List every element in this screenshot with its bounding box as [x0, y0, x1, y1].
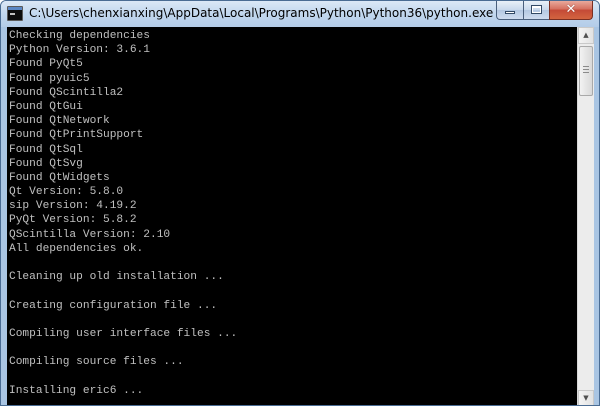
- title-bar[interactable]: C:\Users\chenxianxing\AppData\Local\Prog…: [1, 1, 599, 27]
- window-title: C:\Users\chenxianxing\AppData\Local\Prog…: [29, 6, 494, 20]
- console-line: Compiling user interface files ...: [9, 327, 238, 340]
- scroll-thumb[interactable]: [579, 46, 593, 96]
- arrow-up-icon: ▲: [583, 31, 589, 39]
- console-line: All dependencies ok.: [9, 242, 144, 255]
- minimize-icon: [505, 11, 515, 14]
- console-line: QScintilla Version: 2.10: [9, 228, 171, 241]
- console-line: Found QtWidgets: [9, 171, 110, 184]
- close-button[interactable]: ✕: [549, 1, 593, 20]
- window-frame-right: [594, 27, 599, 405]
- console-line: Installing eric6 ...: [9, 384, 144, 397]
- console-line: Python Version: 3.6.1: [9, 44, 150, 57]
- console-line: Found pyuic5: [9, 72, 90, 85]
- console-lines: Checking dependencies Python Version: 3.6…: [7, 27, 577, 398]
- console-line: Compiling source files ...: [9, 356, 184, 369]
- console-window: C:\Users\chenxianxing\AppData\Local\Prog…: [0, 0, 600, 406]
- caption-buttons: ✕: [496, 1, 593, 20]
- scroll-down-button[interactable]: ▼: [578, 390, 594, 405]
- console-line: Cleaning up old installation ...: [9, 271, 224, 284]
- console-line: Found PyQt5: [9, 58, 83, 71]
- maximize-icon: [531, 5, 542, 14]
- console-line: sip Version: 4.19.2: [9, 200, 137, 213]
- console-output[interactable]: Checking dependencies Python Version: 3.6…: [7, 27, 577, 405]
- close-icon: ✕: [565, 2, 577, 17]
- console-line: Found QtNetwork: [9, 115, 110, 128]
- console-line: Found QtPrintSupport: [9, 129, 144, 142]
- console-line: Creating configuration file ...: [9, 299, 218, 312]
- console-line: Found QtGui: [9, 100, 83, 113]
- console-line: Found QtSql: [9, 143, 83, 156]
- console-line: Qt Version: 5.8.0: [9, 186, 124, 199]
- arrow-down-icon: ▼: [583, 394, 589, 402]
- console-line: Found QtSvg: [9, 157, 83, 170]
- vertical-scrollbar[interactable]: ▲ ▼: [577, 27, 594, 405]
- grip-icon: [583, 66, 589, 75]
- minimize-button[interactable]: [496, 1, 523, 20]
- console-app-icon[interactable]: [7, 6, 23, 21]
- console-line: PyQt Version: 5.8.2: [9, 214, 137, 227]
- scroll-up-button[interactable]: ▲: [578, 27, 594, 44]
- console-line: Found QScintilla2: [9, 86, 124, 99]
- maximize-button[interactable]: [523, 1, 549, 20]
- console-line: Checking dependencies: [9, 30, 150, 42]
